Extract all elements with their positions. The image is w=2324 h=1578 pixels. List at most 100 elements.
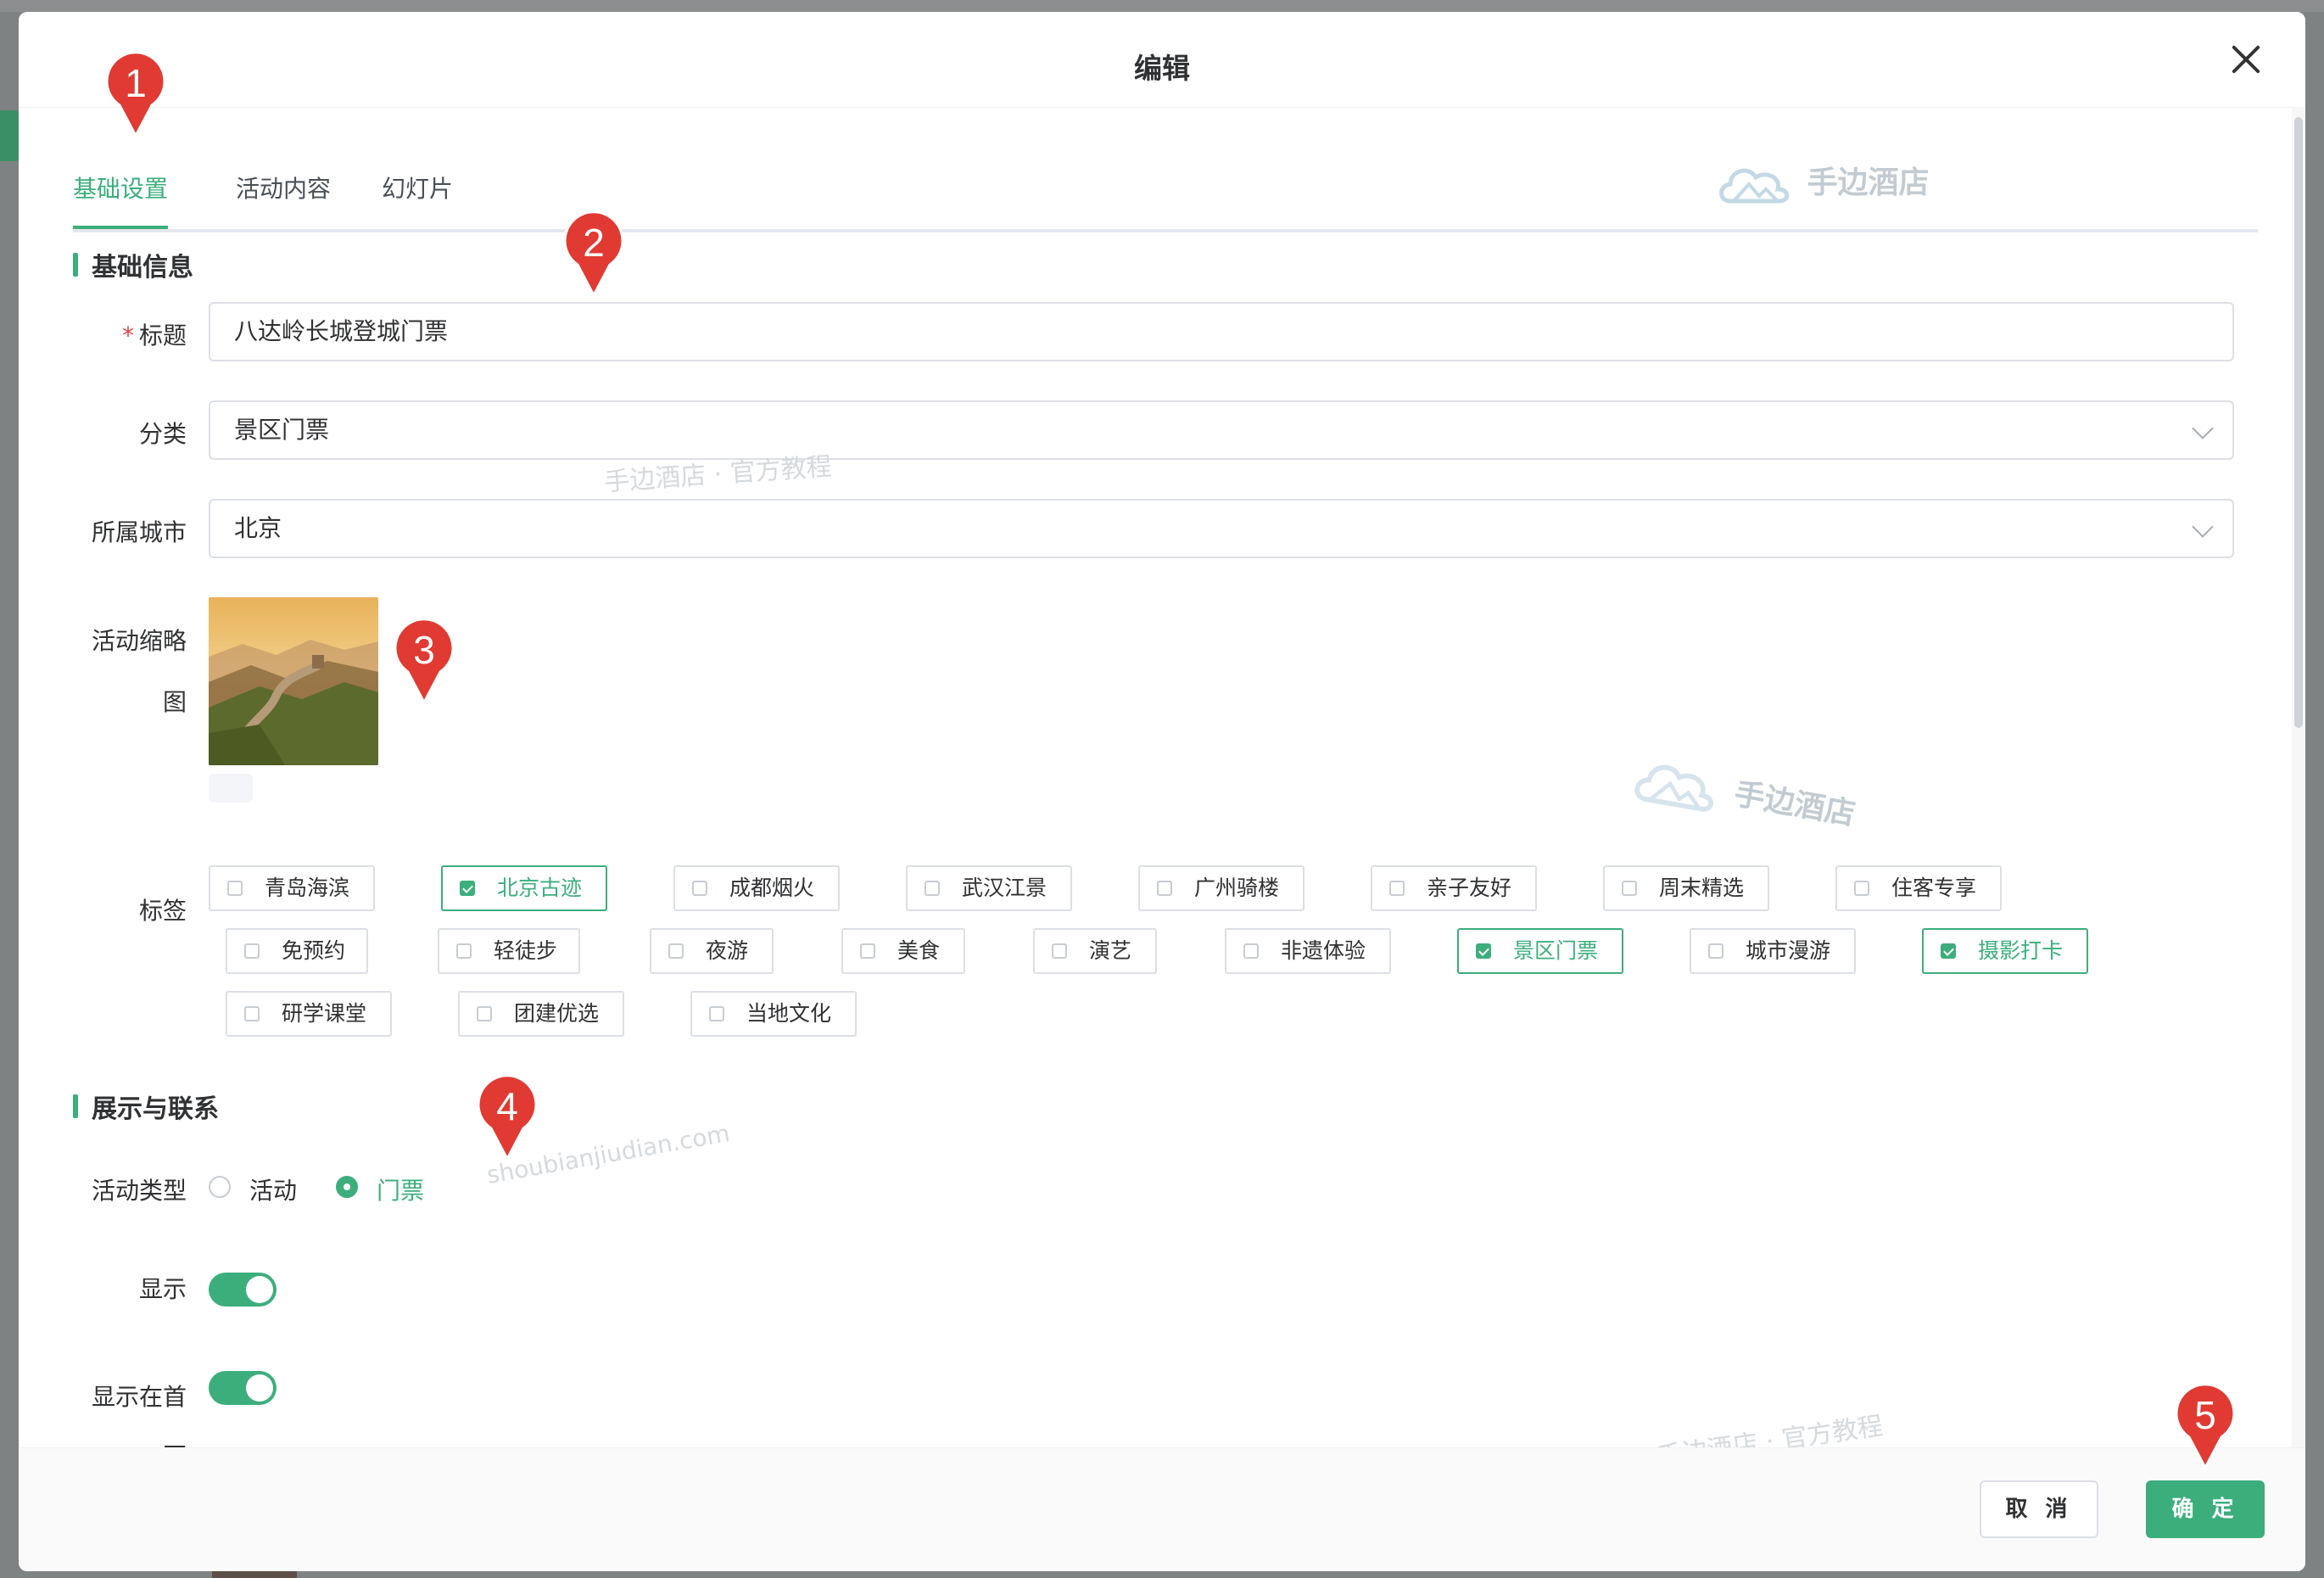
checkbox-box bbox=[1243, 943, 1259, 959]
checkbox-box bbox=[1708, 943, 1723, 959]
cloud-logo-icon bbox=[1719, 168, 1790, 204]
section-title-basic-info: 基础信息 bbox=[73, 246, 193, 283]
tags-label: 标签 bbox=[138, 897, 187, 925]
checkbox-checked-icon bbox=[1476, 943, 1491, 959]
tag-checkbox-guest-exclusive[interactable]: 住客专享 bbox=[1835, 865, 2002, 911]
cloud-logo-icon bbox=[1634, 764, 1713, 812]
tag-checkbox-photo-spot[interactable]: 摄影打卡 bbox=[1922, 928, 2088, 974]
category-select[interactable]: 景区门票 bbox=[209, 400, 2234, 460]
dialog-footer: 取 消 确 定 bbox=[19, 1447, 2305, 1571]
tab-bar: 基础设置 活动内容 幻灯片 bbox=[73, 170, 2258, 232]
checkbox-checked-icon bbox=[460, 881, 475, 896]
checkbox-box bbox=[244, 943, 260, 959]
tag-checkbox-intangible-heritage[interactable]: 非遗体验 bbox=[1225, 928, 1391, 974]
tab-basic-settings[interactable]: 基础设置 bbox=[73, 170, 169, 229]
confirm-button[interactable]: 确 定 bbox=[2146, 1480, 2265, 1538]
chevron-down-icon bbox=[2192, 516, 2214, 538]
svg-text:2: 2 bbox=[583, 221, 605, 265]
checkbox-box bbox=[227, 881, 243, 896]
checkbox-box bbox=[244, 1006, 260, 1021]
marker-pin-icon: 3 bbox=[394, 618, 455, 706]
tag-checkbox-local-culture[interactable]: 当地文化 bbox=[690, 991, 857, 1037]
checkbox-box bbox=[692, 881, 707, 896]
tag-checkbox-study-class[interactable]: 研学课堂 bbox=[226, 991, 392, 1037]
checkbox-box bbox=[925, 881, 940, 896]
dialog-title: 编辑 bbox=[1134, 52, 1190, 85]
tag-checkbox-team-building[interactable]: 团建优选 bbox=[458, 991, 624, 1037]
svg-text:1: 1 bbox=[125, 61, 147, 105]
checkbox-box bbox=[668, 943, 684, 959]
scrollbar-thumb[interactable] bbox=[2294, 117, 2303, 728]
annotation-marker-2: 2 bbox=[562, 210, 625, 299]
close-icon[interactable] bbox=[2229, 42, 2263, 76]
edit-dialog: 编辑 基础设置 活动内容 幻灯片 基础信息 * 标题 八达岭长城登城门票 分类 景… bbox=[19, 12, 2305, 1571]
checkbox-box bbox=[1854, 881, 1869, 896]
cancel-button[interactable]: 取 消 bbox=[1980, 1480, 2098, 1538]
checkbox-box bbox=[709, 1006, 724, 1021]
category-select-value: 景区门票 bbox=[234, 416, 330, 444]
tag-checkbox-chengdu[interactable]: 成都烟火 bbox=[673, 865, 840, 911]
thumbnail-upload-control[interactable] bbox=[209, 774, 253, 803]
thumbnail-label: 活动缩略图 bbox=[91, 627, 187, 716]
activity-thumbnail-image[interactable] bbox=[209, 597, 378, 765]
dialog-header: 编辑 bbox=[19, 12, 2305, 108]
tab-slideshow[interactable]: 幻灯片 bbox=[382, 170, 453, 226]
svg-text:3: 3 bbox=[413, 628, 435, 672]
tag-checkbox-performance[interactable]: 演艺 bbox=[1033, 928, 1157, 974]
tag-checkbox-food[interactable]: 美食 bbox=[841, 928, 965, 974]
tag-checkbox-family-friendly[interactable]: 亲子友好 bbox=[1371, 865, 1537, 911]
category-label: 分类 bbox=[138, 420, 187, 448]
marker-pin-icon: 1 bbox=[105, 51, 166, 139]
marker-pin-icon: 5 bbox=[2175, 1383, 2236, 1471]
marker-pin-icon: 4 bbox=[477, 1074, 538, 1162]
background-sidebar-tab bbox=[0, 110, 19, 161]
show-on-home-toggle[interactable] bbox=[209, 1371, 277, 1405]
toggle-knob bbox=[246, 1374, 273, 1402]
city-select-value: 北京 bbox=[234, 514, 282, 542]
required-mark: * bbox=[121, 322, 134, 350]
city-select[interactable]: 北京 bbox=[209, 499, 2234, 558]
tag-checkbox-guangzhou[interactable]: 广州骑楼 bbox=[1138, 865, 1304, 911]
tag-checkbox-qingdao[interactable]: 青岛海滨 bbox=[209, 865, 375, 911]
watermark-brand-rotated: 手边酒店 bbox=[1627, 747, 1860, 845]
show-toggle[interactable] bbox=[209, 1273, 277, 1307]
section-title-display-contact: 展示与联系 bbox=[73, 1088, 219, 1125]
checkbox-box bbox=[1622, 881, 1637, 896]
city-label: 所属城市 bbox=[91, 518, 187, 546]
svg-text:5: 5 bbox=[2194, 1393, 2216, 1437]
checkbox-box bbox=[1052, 943, 1067, 959]
tag-checkbox-city-walk[interactable]: 城市漫游 bbox=[1690, 928, 1856, 974]
tag-checkbox-scenic-tickets[interactable]: 景区门票 bbox=[1457, 928, 1623, 974]
checkbox-checked-icon bbox=[1941, 943, 1956, 959]
show-label: 显示 bbox=[138, 1275, 187, 1303]
activity-type-label: 活动类型 bbox=[91, 1177, 187, 1205]
annotation-marker-3: 3 bbox=[393, 618, 455, 706]
tag-checkbox-wuhan[interactable]: 武汉江景 bbox=[906, 865, 1072, 911]
checkbox-box bbox=[1389, 881, 1405, 896]
radio-selected-icon bbox=[336, 1176, 358, 1198]
title-input[interactable]: 八达岭长城登城门票 bbox=[209, 302, 2234, 361]
tag-checkbox-light-hiking[interactable]: 轻徒步 bbox=[438, 928, 580, 974]
watermark-brand: 手边酒店 bbox=[1715, 158, 1930, 210]
tab-activity-content[interactable]: 活动内容 bbox=[236, 170, 331, 226]
background-app-topbar bbox=[0, 0, 2324, 12]
checkbox-box bbox=[860, 943, 875, 959]
chevron-down-icon bbox=[2192, 417, 2214, 439]
annotation-marker-4: 4 bbox=[476, 1074, 539, 1162]
tag-checkbox-beijing-heritage[interactable]: 北京古迹 bbox=[441, 865, 607, 911]
checkbox-box bbox=[456, 943, 472, 959]
radio-circle-icon bbox=[209, 1176, 231, 1198]
dialog-scrollbar[interactable] bbox=[2292, 107, 2305, 1456]
great-wall-photo bbox=[209, 597, 378, 765]
marker-pin-icon: 2 bbox=[563, 210, 624, 299]
tag-checkbox-night-tour[interactable]: 夜游 bbox=[650, 928, 774, 974]
toggle-knob bbox=[246, 1276, 273, 1303]
svg-text:4: 4 bbox=[496, 1084, 518, 1128]
checkbox-box bbox=[477, 1006, 492, 1021]
annotation-marker-5: 5 bbox=[2174, 1383, 2237, 1471]
title-label: * 标题 bbox=[19, 317, 187, 351]
tag-checkbox-weekend[interactable]: 周末精选 bbox=[1603, 865, 1769, 911]
title-label-text: 标题 bbox=[138, 322, 187, 350]
tag-checkbox-no-reservation[interactable]: 免预约 bbox=[226, 928, 368, 974]
annotation-marker-1: 1 bbox=[104, 51, 167, 139]
